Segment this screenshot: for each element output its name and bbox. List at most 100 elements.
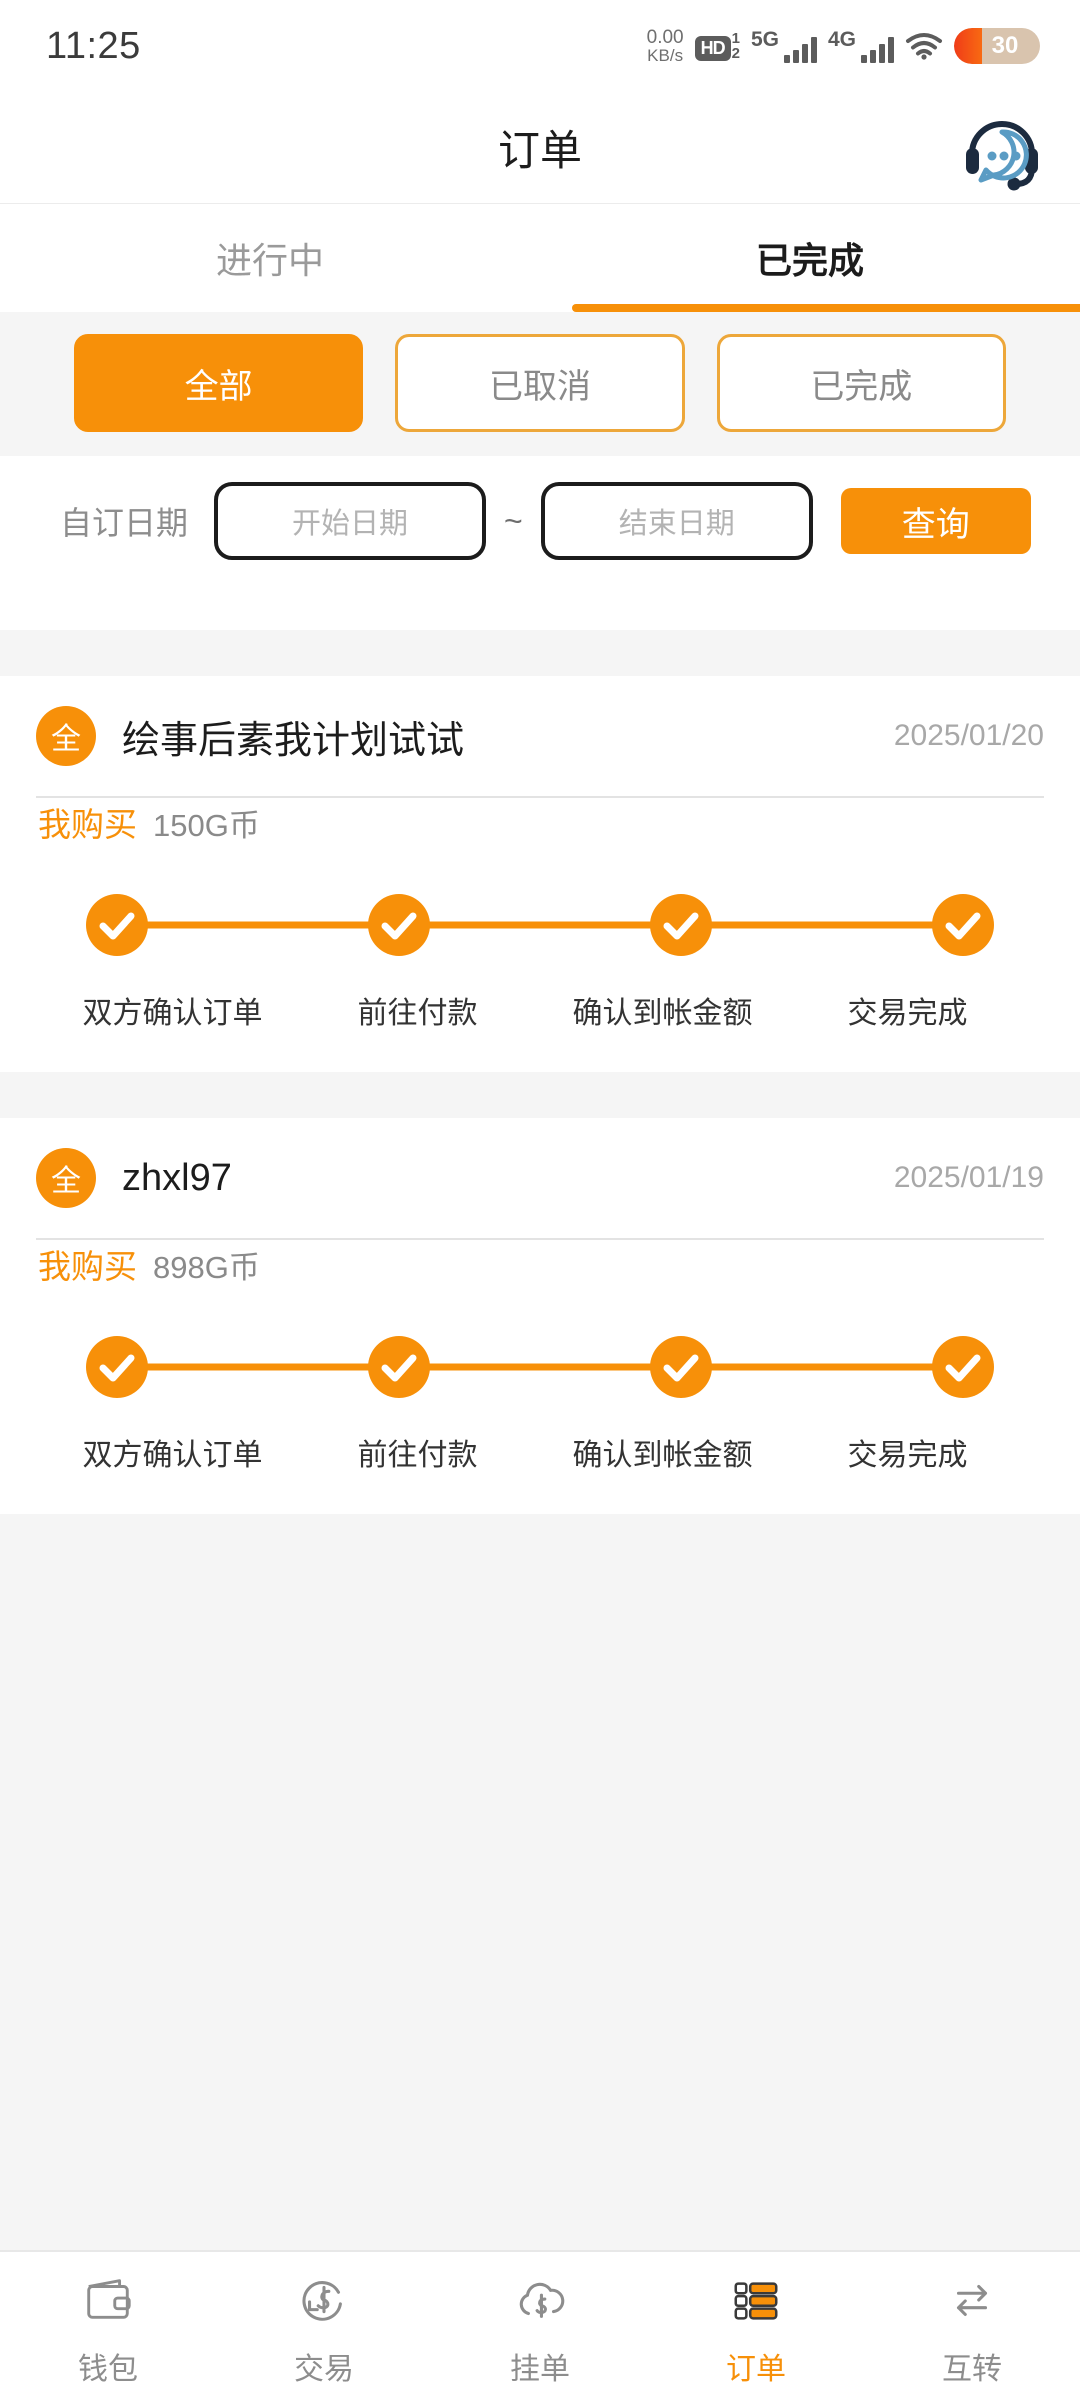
nav-item-orders-label: 订单 — [726, 2353, 786, 2386]
step-label: 前往付款 — [357, 997, 478, 1030]
step-dot-done — [368, 1336, 430, 1398]
order-title: zhxl97 — [122, 1156, 232, 1199]
tab-completed-label: 已完成 — [755, 240, 864, 281]
hd-volte-icon: HD 1 2 — [694, 31, 740, 61]
date-filter-row: 自订日期 开始日期 ~ 结束日期 查询 — [0, 456, 1080, 586]
transfer-arrows-icon — [945, 2272, 999, 2328]
order-card-gap — [0, 1072, 1080, 1118]
order-amount-row: 我购买 150G币 — [36, 798, 1044, 890]
order-status-tabs: 进行中 已完成 — [0, 204, 1080, 312]
order-card-header: 全 绘事后素我计划试试 2025/01/20 — [36, 676, 1044, 796]
battery-icon: 30 — [954, 27, 1040, 64]
order-buy-label: 我购买 — [38, 806, 137, 843]
network-speed-unit: KB/s — [647, 46, 684, 66]
order-date: 2025/01/20 — [893, 719, 1044, 752]
page-title: 订单 — [497, 127, 582, 174]
order-amount: 898G币 — [153, 1250, 260, 1285]
status-clock: 11:25 — [46, 24, 141, 67]
filter-chip-completed[interactable]: 已完成 — [716, 334, 1006, 432]
end-date-placeholder: 结束日期 — [618, 508, 735, 540]
step-dot-done — [650, 894, 712, 956]
order-type-badge: 全 — [36, 1148, 96, 1208]
step-label: 前往付款 — [357, 1439, 478, 1472]
sim-slot-top: 1 — [731, 29, 740, 47]
sim-slot-bottom: 2 — [731, 44, 740, 62]
app-header: 订单 — [0, 92, 1080, 204]
status-icons: 0.00 KB/s HD 1 2 5G 4G 30 — [646, 26, 1040, 66]
step-label: 交易完成 — [847, 997, 968, 1030]
status-bar: 11:25 0.00 KB/s HD 1 2 5G 4G 30 — [0, 0, 1080, 92]
order-step-labels: 双方确认订单 前往付款 确认到帐金额 交易完成 — [50, 960, 1030, 1032]
step-dot-done — [650, 1336, 712, 1398]
step-label: 确认到帐金额 — [572, 1439, 753, 1472]
cloud-dollar-icon — [513, 2272, 567, 2328]
date-row-spacer — [0, 586, 1080, 630]
order-step-labels: 双方确认订单 前往付款 确认到帐金额 交易完成 — [50, 1402, 1030, 1474]
list-top-gap — [0, 630, 1080, 676]
order-card-header: 全 zhxl97 2025/01/19 — [36, 1118, 1044, 1238]
signal-4g-label: 4G — [827, 27, 856, 51]
order-progress-stepper: 双方确认订单 前往付款 确认到帐金额 交易完成 — [36, 1332, 1044, 1514]
date-range-separator: ~ — [504, 502, 523, 539]
nav-item-transfer-label: 互转 — [942, 2353, 1002, 2386]
order-step-dots — [50, 890, 1030, 960]
nav-item-orders[interactable]: 订单 — [648, 2272, 864, 2388]
start-date-input[interactable]: 开始日期 — [214, 482, 487, 560]
signal-bars-icon — [783, 36, 817, 63]
nav-item-wallet[interactable]: 钱包 — [0, 2272, 216, 2388]
step-dot-done — [86, 1336, 148, 1398]
hd-badge-label: HD — [694, 35, 731, 61]
step-dot-done — [86, 894, 148, 956]
order-date: 2025/01/19 — [893, 1161, 1044, 1194]
nav-item-transfer[interactable]: 互转 — [864, 2272, 1080, 2388]
wifi-icon — [905, 32, 943, 60]
tab-in-progress-label: 进行中 — [215, 240, 324, 281]
order-amount: 150G币 — [153, 808, 260, 843]
nav-item-listing[interactable]: 挂单 — [432, 2272, 648, 2388]
step-label: 确认到帐金额 — [572, 997, 753, 1030]
tab-completed[interactable]: 已完成 — [540, 204, 1080, 312]
filter-chip-completed-label: 已完成 — [810, 367, 913, 406]
query-button-label: 查询 — [901, 505, 970, 544]
signal-5g-indicator: 5G — [751, 29, 817, 63]
nav-item-trade-label: 交易 — [294, 2353, 354, 2386]
step-label: 双方确认订单 — [82, 1439, 263, 1472]
network-speed-indicator: 0.00 KB/s — [646, 26, 684, 66]
date-filter-label: 自订日期 — [60, 505, 189, 541]
nav-item-wallet-label: 钱包 — [78, 2353, 138, 2386]
filter-chip-cancelled[interactable]: 已取消 — [395, 334, 685, 432]
bottom-navigation-bar: 钱包 交易 挂单 订单 互转 — [0, 2250, 1080, 2408]
end-date-input[interactable]: 结束日期 — [540, 482, 813, 560]
order-progress-stepper: 双方确认订单 前往付款 确认到帐金额 交易完成 — [36, 890, 1044, 1072]
filter-chip-all-label: 全部 — [184, 367, 253, 406]
order-buy-label: 我购买 — [38, 1248, 137, 1285]
filter-chip-bar: 全部 已取消 已完成 — [0, 312, 1080, 456]
signal-bars-icon — [861, 36, 894, 63]
app-screen: 11:25 0.00 KB/s HD 1 2 5G 4G 30 订单 进行中 已… — [0, 0, 1080, 2408]
order-amount-row: 我购买 898G币 — [36, 1240, 1044, 1332]
nav-item-trade[interactable]: 交易 — [216, 2272, 432, 2388]
order-card[interactable]: 全 zhxl97 2025/01/19 我购买 898G币 双方确认订单 前往付… — [0, 1118, 1080, 1514]
customer-service-icon[interactable] — [956, 102, 1048, 194]
start-date-placeholder: 开始日期 — [292, 508, 409, 540]
query-button[interactable]: 查询 — [840, 488, 1031, 554]
signal-4g-indicator: 4G — [828, 29, 894, 63]
signal-5g-label: 5G — [750, 27, 779, 51]
orders-list-icon — [729, 2272, 783, 2328]
filter-chip-all[interactable]: 全部 — [74, 334, 364, 432]
nav-item-listing-label: 挂单 — [510, 2353, 570, 2386]
filter-chip-cancelled-label: 已取消 — [488, 367, 591, 406]
network-speed-value: 0.00 — [646, 26, 684, 48]
order-card[interactable]: 全 绘事后素我计划试试 2025/01/20 我购买 150G币 双方确认订单 … — [0, 676, 1080, 1072]
sim-indicator: 1 2 — [732, 31, 740, 61]
battery-level-label: 30 — [991, 31, 1019, 59]
step-dot-done — [932, 894, 994, 956]
order-type-badge: 全 — [36, 706, 96, 766]
wallet-icon — [81, 2272, 135, 2328]
trade-dollar-icon — [297, 2272, 351, 2328]
step-dot-done — [368, 894, 430, 956]
tab-in-progress[interactable]: 进行中 — [0, 204, 540, 312]
order-step-dots — [50, 1332, 1030, 1402]
order-title: 绘事后素我计划试试 — [122, 719, 465, 762]
step-dot-done — [932, 1336, 994, 1398]
